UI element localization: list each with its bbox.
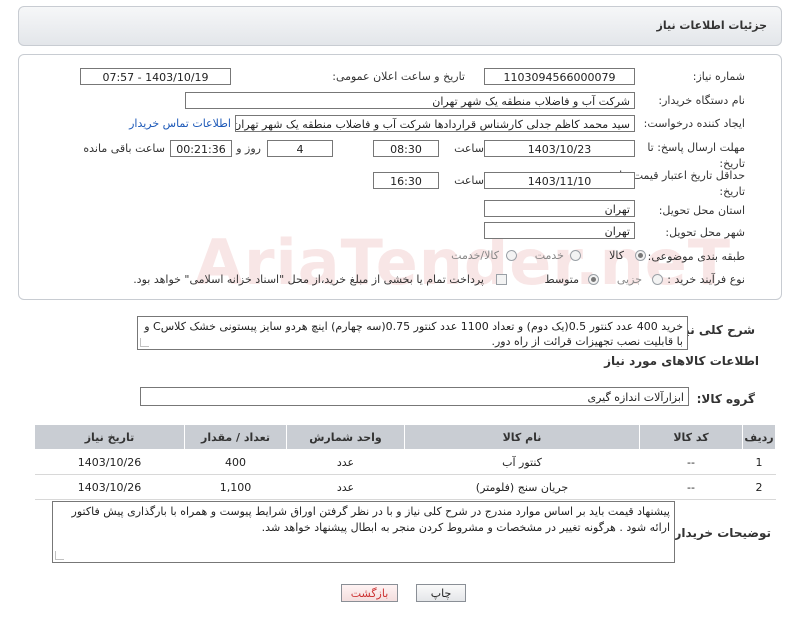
province-field: تهران — [484, 200, 635, 217]
treasury-payment-note: پرداخت تمام یا بخشی از مبلغ خرید،از محل … — [133, 273, 484, 286]
cell-date: 1403/10/26 — [34, 449, 185, 475]
resize-handle-icon[interactable] — [140, 338, 149, 347]
need-number-label: شماره نیاز: — [692, 70, 745, 83]
cell-name: کنتور آب — [404, 449, 640, 475]
announce-label: تاریخ و ساعت اعلان عمومی: — [332, 70, 465, 83]
goods-table: ردیف کد کالا نام کالا واحد شمارش تعداد /… — [34, 424, 776, 500]
print-button[interactable]: چاپ — [416, 584, 466, 602]
buyer-org-label: نام دستگاه خریدار: — [658, 94, 745, 107]
process-medium-radio[interactable] — [588, 274, 599, 285]
cell-unit: عدد — [286, 449, 405, 475]
process-label: نوع فرآیند خرید : — [667, 273, 745, 286]
buyer-org-field: شرکت آب و فاضلاب منطقه یک شهر تهران — [185, 92, 635, 109]
process-medium-label: متوسط — [544, 273, 579, 286]
table-row: 1 -- کنتور آب عدد 400 1403/10/26 — [34, 449, 776, 475]
cell-row: 2 — [742, 474, 776, 500]
category-goods-radio[interactable] — [635, 250, 646, 261]
treasury-payment-checkbox[interactable] — [496, 274, 507, 285]
col-date: تاریخ نیاز — [34, 424, 185, 450]
cell-code: -- — [639, 474, 743, 500]
table-header-row: ردیف کد کالا نام کالا واحد شمارش تعداد /… — [34, 424, 776, 450]
summary-text: خرید 400 عدد کنتور 0.5(یک دوم) و تعداد 1… — [137, 316, 688, 350]
resize-handle-icon[interactable] — [55, 551, 64, 560]
deadline-time-field: 08:30 — [373, 140, 439, 157]
contact-info-link[interactable]: اطلاعات تماس خریدار — [129, 117, 231, 130]
col-unit: واحد شمارش — [286, 424, 405, 450]
goods-group-label: گروه کالا: — [696, 392, 755, 406]
remaining-label: ساعت باقی مانده — [83, 142, 165, 155]
back-button[interactable]: بازگشت — [341, 584, 398, 602]
process-minor-label: جزیی — [616, 273, 642, 286]
col-row: ردیف — [742, 424, 776, 450]
validity-date-field: 1403/11/10 — [484, 172, 635, 189]
goods-section-title: اطلاعات کالاهای مورد نیاز — [604, 354, 759, 368]
creator-field: سید محمد کاظم جدلی کارشناس قراردادها شرک… — [235, 115, 635, 132]
buyer-notes-label: توضیحات خریدار: — [669, 526, 771, 540]
category-goods-service-label: کالا/خدمت — [451, 249, 499, 262]
process-minor-radio[interactable] — [652, 274, 663, 285]
creator-label: ایجاد کننده درخواست: — [643, 117, 745, 130]
remaining-time-field: 00:21:36 — [170, 140, 232, 157]
col-code: کد کالا — [639, 424, 743, 450]
validity-time-field: 16:30 — [373, 172, 439, 189]
need-number-field: 1103094566000079 — [484, 68, 635, 85]
buyer-notes-content: پیشنهاد قیمت باید بر اساس موارد مندرج در… — [71, 505, 670, 534]
summary-content: خرید 400 عدد کنتور 0.5(یک دوم) و تعداد 1… — [144, 320, 683, 348]
cell-name: جریان سنج (فلومتر) — [404, 474, 640, 500]
table-row: 2 -- جریان سنج (فلومتر) عدد 1,100 1403/1… — [34, 474, 776, 500]
page-title: جزئیات اطلاعات نیاز — [656, 19, 768, 32]
city-field: تهران — [484, 222, 635, 239]
category-goods-label: کالا — [609, 249, 624, 262]
deadline-time-label: ساعت — [454, 142, 484, 155]
province-label: استان محل تحویل: — [658, 204, 745, 217]
city-label: شهر محل تحویل: — [665, 226, 745, 239]
category-service-radio[interactable] — [570, 250, 581, 261]
buyer-notes-text: پیشنهاد قیمت باید بر اساس موارد مندرج در… — [52, 501, 675, 563]
col-name: نام کالا — [404, 424, 640, 450]
cell-qty: 400 — [184, 449, 287, 475]
category-service-label: خدمت — [534, 249, 564, 262]
category-goods-service-radio[interactable] — [506, 250, 517, 261]
deadline-date-field: 1403/10/23 — [484, 140, 635, 157]
col-qty: تعداد / مقدار — [184, 424, 287, 450]
cell-qty: 1,100 — [184, 474, 287, 500]
announce-datetime-field: 1403/10/19 - 07:57 — [80, 68, 231, 85]
category-label: طبقه بندی موضوعی: — [647, 250, 745, 263]
cell-unit: عدد — [286, 474, 405, 500]
cell-code: -- — [639, 449, 743, 475]
validity-time-label: ساعت — [454, 174, 484, 187]
title-bar: جزئیات اطلاعات نیاز — [18, 6, 782, 46]
goods-group-field: ابزارآلات اندازه گیری — [140, 387, 689, 406]
cell-row: 1 — [742, 449, 776, 475]
days-label: روز و — [236, 142, 261, 155]
days-field: 4 — [267, 140, 333, 157]
cell-date: 1403/10/26 — [34, 474, 185, 500]
